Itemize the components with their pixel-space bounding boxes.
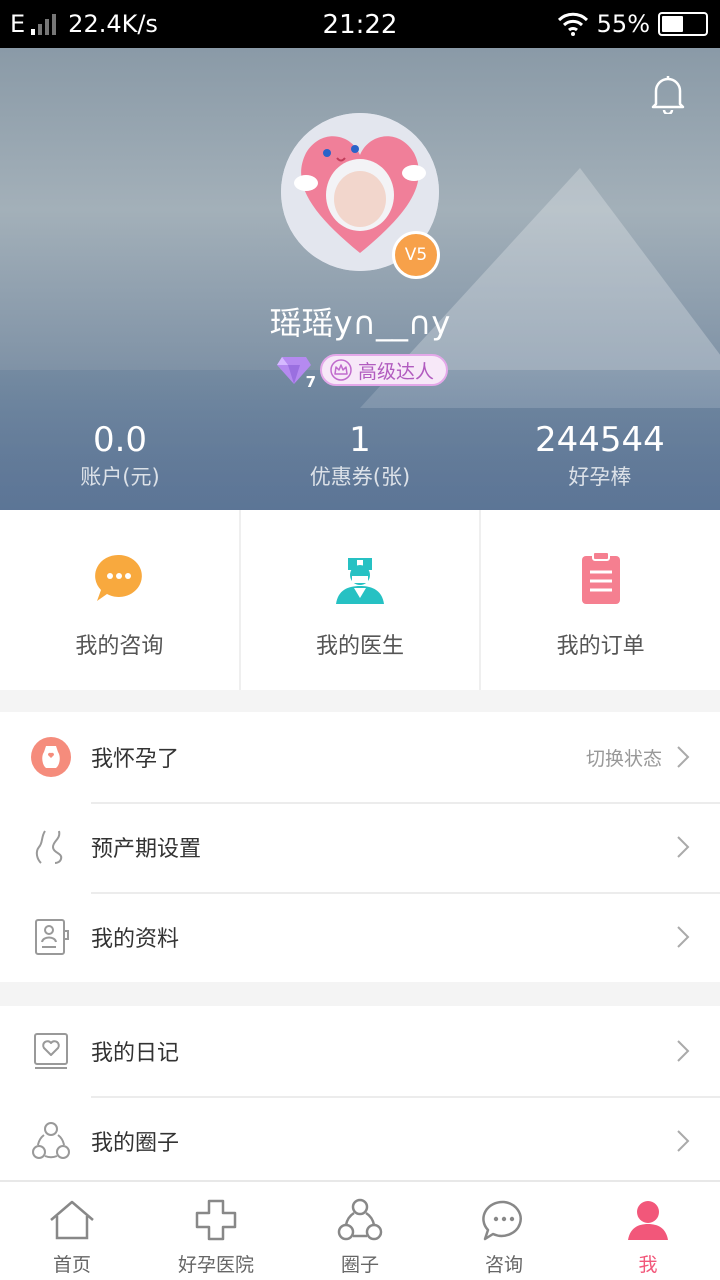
hospital-cross-icon	[195, 1199, 237, 1241]
stat-account[interactable]: 0.0 账户(元)	[0, 418, 240, 492]
tab-home[interactable]: 首页	[0, 1182, 144, 1280]
tab-me[interactable]: 我	[576, 1182, 720, 1280]
menu-item-my-profile[interactable]: 我的资料	[0, 892, 720, 982]
profile-card-icon	[31, 917, 71, 957]
stat-points[interactable]: 244544 好孕棒	[480, 418, 720, 492]
clipboard-icon	[581, 551, 620, 604]
chat-icon	[482, 1200, 522, 1241]
stat-coupons[interactable]: 1 优惠券(张)	[240, 418, 480, 492]
tab-hospital[interactable]: 好孕医院	[144, 1182, 288, 1280]
chevron-right-icon	[677, 926, 690, 948]
circle-group-icon	[337, 1198, 383, 1241]
stat-label: 账户(元)	[80, 465, 160, 489]
menu-item-label: 预产期设置	[91, 837, 202, 862]
home-icon	[50, 1200, 94, 1240]
quick-actions: 我的咨询 我的医生 我的订单	[0, 510, 720, 690]
battery-percent: 55%	[596, 10, 650, 38]
menu-group-pregnancy: 我怀孕了 切换状态 预产期设置 我的资料	[0, 712, 720, 982]
vip-level-badge: V5	[392, 231, 440, 279]
stat-value: 1	[349, 420, 371, 460]
menu-group-community: 我的日记 我的圈子	[0, 1006, 720, 1186]
notification-bell-icon[interactable]	[650, 74, 686, 114]
stat-label: 优惠券(张)	[309, 465, 411, 489]
menu-item-due-date[interactable]: 预产期设置	[0, 802, 720, 892]
quick-action-label: 我的订单	[556, 634, 645, 659]
my-consultations-button[interactable]: 我的咨询	[0, 510, 241, 690]
belly-icon	[31, 827, 71, 867]
switch-status-label: 切换状态	[585, 747, 662, 770]
my-orders-button[interactable]: 我的订单	[481, 510, 720, 690]
menu-item-pregnant[interactable]: 我怀孕了 切换状态	[0, 712, 720, 802]
quick-action-label: 我的咨询	[75, 634, 164, 659]
tab-label: 我	[638, 1254, 658, 1276]
crown-icon	[330, 359, 352, 381]
bottom-tab-bar: 首页 好孕医院 圈子 咨询 我	[0, 1180, 720, 1280]
menu-item-label: 我的资料	[91, 927, 180, 952]
status-bar: E 22.4K/s 21:22 55%	[0, 0, 720, 48]
stat-label: 好孕棒	[568, 465, 632, 489]
menu-item-label: 我怀孕了	[91, 747, 180, 772]
diamond-level-number: 7	[305, 373, 316, 391]
profile-header: V5 瑶瑶y∩__∩y 7 高级达人 0.0 账户(元) 1 优惠券(张) 24…	[0, 48, 720, 510]
chevron-right-icon	[677, 1130, 690, 1152]
stat-value: 0.0	[92, 420, 148, 460]
tab-label: 咨询	[484, 1254, 523, 1276]
diary-icon	[31, 1031, 71, 1071]
menu-item-label: 我的日记	[91, 1041, 180, 1066]
chevron-right-icon	[677, 836, 690, 858]
my-doctors-button[interactable]: 我的医生	[241, 510, 482, 690]
chat-bubble-icon	[95, 554, 143, 601]
menu-item-label: 我的圈子	[91, 1131, 180, 1156]
status-right: 55%	[557, 10, 708, 38]
tab-label: 好孕医院	[177, 1254, 254, 1276]
menu-item-my-circles[interactable]: 我的圈子	[0, 1096, 720, 1186]
person-icon	[628, 1201, 668, 1240]
doctor-icon	[336, 558, 384, 604]
profile-stats: 0.0 账户(元) 1 优惠券(张) 244544 好孕棒	[0, 418, 720, 492]
tab-label: 首页	[52, 1254, 91, 1276]
wifi-icon	[557, 12, 588, 36]
username: 瑶瑶y∩__∩y	[269, 304, 451, 342]
tab-circles[interactable]: 圈子	[288, 1182, 432, 1280]
quick-action-label: 我的医生	[316, 634, 405, 659]
user-badges: 7 高级达人	[276, 354, 449, 391]
tab-consult[interactable]: 咨询	[432, 1182, 576, 1280]
rank-label: 高级达人	[358, 360, 435, 383]
tab-label: 圈子	[340, 1254, 379, 1276]
circle-icon	[31, 1121, 71, 1161]
pregnant-icon	[31, 737, 71, 777]
diamond-level-badge[interactable]: 7	[276, 355, 316, 391]
menu-item-my-diary[interactable]: 我的日记	[0, 1006, 720, 1096]
chevron-right-icon	[677, 746, 690, 768]
rank-badge[interactable]: 高级达人	[320, 354, 449, 386]
chevron-right-icon	[677, 1040, 690, 1062]
stat-value: 244544	[535, 420, 665, 460]
battery-icon	[658, 12, 708, 36]
